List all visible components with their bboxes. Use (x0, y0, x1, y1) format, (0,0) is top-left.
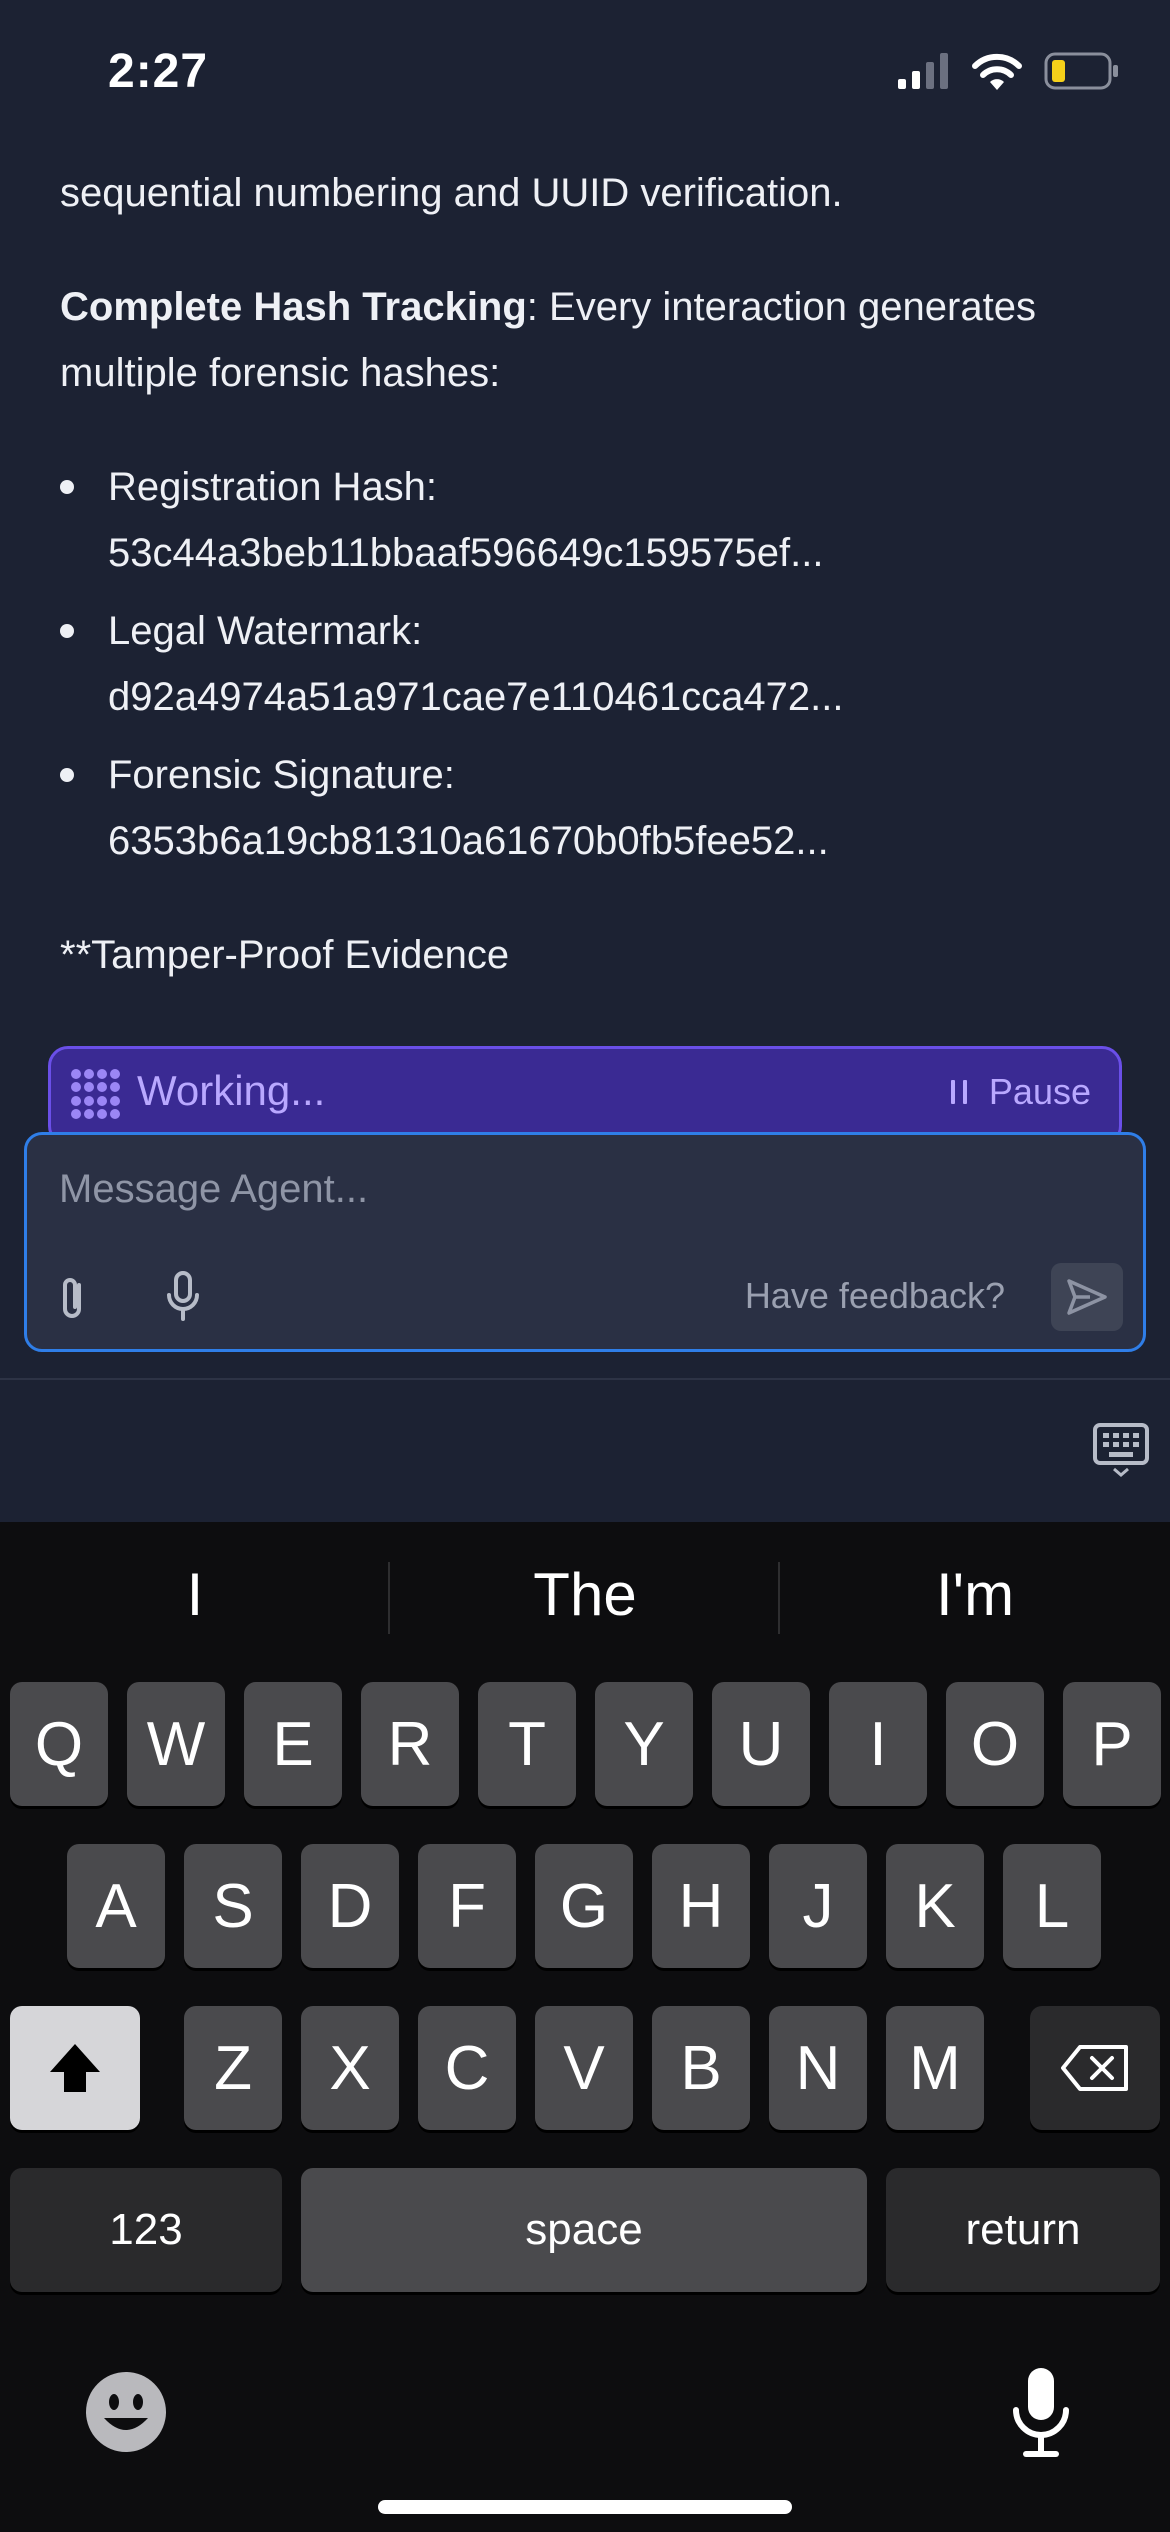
key-x[interactable]: X (301, 2006, 399, 2130)
key-z[interactable]: Z (184, 2006, 282, 2130)
key-e[interactable]: E (244, 1682, 342, 1806)
key-w[interactable]: W (127, 1682, 225, 1806)
status-bar: 2:27 (0, 0, 1170, 150)
key-q[interactable]: Q (10, 1682, 108, 1806)
pause-icon (950, 1080, 967, 1104)
key-v[interactable]: V (535, 2006, 633, 2130)
keyboard: I The I'm Q W E R T Y U I O P A S D F G … (0, 1522, 1170, 2532)
key-d[interactable]: D (301, 1844, 399, 1968)
hash-value: 6353b6a19cb81310a61670b0fb5fee52... (108, 819, 829, 863)
shift-key[interactable] (10, 2006, 140, 2130)
home-indicator (378, 2500, 792, 2514)
key-h[interactable]: H (652, 1844, 750, 1968)
status-time: 2:27 (108, 45, 209, 98)
key-r[interactable]: R (361, 1682, 459, 1806)
key-m[interactable]: M (886, 2006, 984, 2130)
cellular-signal-icon (898, 53, 948, 89)
key-l[interactable]: L (1003, 1844, 1101, 1968)
key-y[interactable]: Y (595, 1682, 693, 1806)
key-t[interactable]: T (478, 1682, 576, 1806)
key-n[interactable]: N (769, 2006, 867, 2130)
key-f[interactable]: F (418, 1844, 516, 1968)
list-item: Legal Watermark: d92a4974a51a971cae7e110… (60, 598, 1120, 730)
suggestion-item[interactable]: I (0, 1560, 390, 1629)
key-b[interactable]: B (652, 2006, 750, 2130)
key-p[interactable]: P (1063, 1682, 1161, 1806)
feedback-link[interactable]: Have feedback? (745, 1275, 1005, 1317)
chat-intro-line: sequential numbering and UUID verificati… (60, 171, 843, 215)
hash-tracking-paragraph: Complete Hash Tracking: Every interactio… (60, 274, 1120, 406)
hash-label: Legal Watermark: (108, 609, 423, 653)
hash-label: Registration Hash: (108, 465, 438, 509)
status-icons (898, 52, 1120, 90)
key-i[interactable]: I (829, 1682, 927, 1806)
suggestion-item[interactable]: I'm (780, 1560, 1170, 1629)
key-o[interactable]: O (946, 1682, 1044, 1806)
space-key[interactable]: space (301, 2168, 867, 2292)
key-u[interactable]: U (712, 1682, 810, 1806)
list-item: Forensic Signature: 6353b6a19cb81310a616… (60, 742, 1120, 874)
key-c[interactable]: C (418, 2006, 516, 2130)
chat-message: sequential numbering and UUID verificati… (60, 160, 1120, 1036)
send-button[interactable] (1051, 1263, 1123, 1331)
backspace-icon (1061, 2045, 1128, 2091)
emoji-icon[interactable] (84, 2370, 168, 2454)
shift-icon (50, 2044, 100, 2092)
hash-value: d92a4974a51a971cae7e110461cca472... (108, 675, 844, 719)
list-item: Registration Hash: 53c44a3beb11bbaaf5966… (60, 454, 1120, 586)
key-j[interactable]: J (769, 1844, 867, 1968)
hash-value: 53c44a3beb11bbaaf596649c159575ef... (108, 531, 824, 575)
working-spinner-icon (71, 1069, 121, 1119)
pause-button[interactable]: Pause (950, 1071, 1091, 1113)
divider (0, 1378, 1170, 1380)
delete-key[interactable] (1030, 2006, 1160, 2130)
numbers-key[interactable]: 123 (10, 2168, 282, 2292)
working-banner: Working... Pause (48, 1046, 1122, 1146)
key-s[interactable]: S (184, 1844, 282, 1968)
microphone-icon[interactable] (165, 1271, 201, 1323)
suggestion-item[interactable]: The (390, 1560, 780, 1629)
send-icon (1067, 1279, 1107, 1315)
hash-label: Forensic Signature: (108, 753, 455, 797)
working-label: Working... (137, 1067, 326, 1114)
pause-label: Pause (988, 1071, 1091, 1112)
message-composer: Have feedback? (24, 1132, 1146, 1352)
keyboard-dismiss-icon[interactable] (1092, 1422, 1150, 1478)
hash-list: Registration Hash: 53c44a3beb11bbaaf5966… (60, 454, 1120, 874)
key-g[interactable]: G (535, 1844, 633, 1968)
key-a[interactable]: A (67, 1844, 165, 1968)
attachment-icon[interactable] (57, 1275, 91, 1321)
battery-icon (1044, 52, 1118, 90)
key-k[interactable]: K (886, 1844, 984, 1968)
predictive-bar: I The I'm (0, 1522, 1170, 1642)
wifi-icon (972, 53, 1022, 90)
message-input[interactable] (57, 1159, 1057, 1219)
return-key[interactable]: return (886, 2168, 1160, 2292)
hash-tracking-heading: Complete Hash Tracking (60, 285, 527, 329)
chat-trailing-line: **Tamper-Proof Evidence (60, 933, 510, 977)
dictation-microphone-icon[interactable] (1008, 2364, 1074, 2460)
